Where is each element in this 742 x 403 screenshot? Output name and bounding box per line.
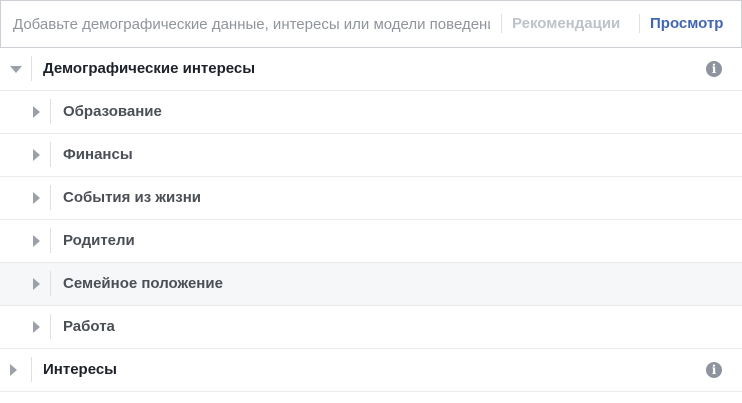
caret-right-icon[interactable] bbox=[10, 364, 17, 376]
browse-button[interactable]: Просмотр bbox=[650, 13, 723, 35]
tree-item-relationship-status[interactable]: Семейное положение bbox=[0, 263, 742, 306]
divider bbox=[31, 357, 32, 382]
caret-right-icon[interactable] bbox=[33, 149, 40, 161]
tree-item-label: Интересы bbox=[43, 361, 117, 378]
recommendations-button[interactable]: Рекомендации bbox=[512, 13, 620, 35]
divider bbox=[50, 99, 51, 124]
tree-item-label: Образование bbox=[63, 103, 162, 120]
info-icon[interactable]: i bbox=[706, 61, 722, 77]
caret-right-icon[interactable] bbox=[33, 321, 40, 333]
search-input[interactable] bbox=[2, 2, 490, 46]
divider bbox=[50, 228, 51, 253]
divider bbox=[31, 56, 32, 81]
tree-item-label: Родители bbox=[63, 232, 135, 249]
tree-item-label: Семейное положение bbox=[63, 275, 223, 292]
caret-right-icon[interactable] bbox=[33, 278, 40, 290]
tree-item-label: Демографические интересы bbox=[43, 60, 256, 77]
caret-right-icon[interactable] bbox=[33, 192, 40, 204]
info-icon[interactable]: i bbox=[706, 362, 722, 378]
caret-down-icon[interactable] bbox=[10, 66, 22, 73]
targeting-search-bar: Рекомендации Просмотр bbox=[0, 0, 742, 48]
divider bbox=[639, 14, 640, 33]
tree-item-life-events[interactable]: События из жизни bbox=[0, 177, 742, 220]
tree-item-demographics[interactable]: Демографические интересы i bbox=[0, 48, 742, 91]
tree-item-parents[interactable]: Родители bbox=[0, 220, 742, 263]
caret-right-icon[interactable] bbox=[33, 106, 40, 118]
divider bbox=[50, 271, 51, 296]
tree-item-label: Работа bbox=[63, 318, 115, 335]
tree-item-label: События из жизни bbox=[63, 189, 201, 206]
tree-item-education[interactable]: Образование bbox=[0, 91, 742, 134]
tree-item-interests[interactable]: Интересы i bbox=[0, 349, 742, 392]
divider bbox=[50, 142, 51, 167]
divider bbox=[50, 185, 51, 210]
tree-item-finance[interactable]: Финансы bbox=[0, 134, 742, 177]
category-tree: Демографические интересы i Образование Ф… bbox=[0, 48, 742, 392]
divider bbox=[501, 14, 502, 33]
caret-right-icon[interactable] bbox=[33, 235, 40, 247]
tree-item-label: Финансы bbox=[63, 146, 133, 163]
divider bbox=[50, 314, 51, 339]
targeting-browser: Рекомендации Просмотр Демографические ин… bbox=[0, 0, 742, 403]
tree-item-work[interactable]: Работа bbox=[0, 306, 742, 349]
